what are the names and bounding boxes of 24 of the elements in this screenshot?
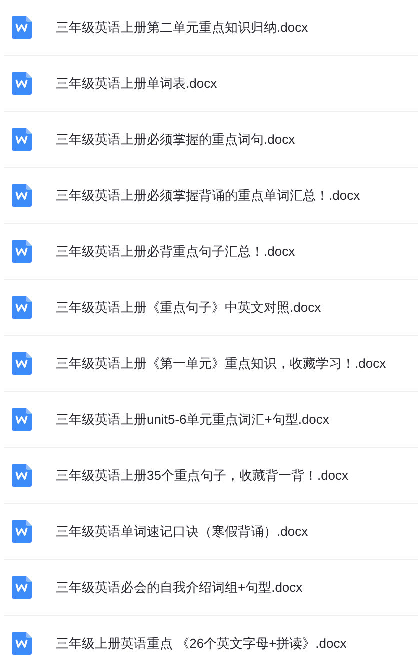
word-document-icon bbox=[12, 464, 32, 487]
file-name[interactable]: 三年级英语上册第二单元重点知识归纳.docx bbox=[56, 18, 308, 36]
word-document-icon bbox=[12, 240, 32, 263]
file-name[interactable]: 三年级英语上册《第一单元》重点知识，收藏学习！.docx bbox=[56, 354, 386, 372]
word-document-icon bbox=[12, 16, 32, 39]
file-name[interactable]: 三年级英语单词速记口诀（寒假背诵）.docx bbox=[56, 522, 308, 540]
word-document-icon bbox=[12, 520, 32, 543]
file-name[interactable]: 三年级英语上册《重点句子》中英文对照.docx bbox=[56, 298, 322, 316]
file-name[interactable]: 三年级上册英语重点 《26个英文字母+拼读》.docx bbox=[56, 634, 347, 652]
word-document-icon bbox=[12, 184, 32, 207]
file-name[interactable]: 三年级英语上册35个重点句子，收藏背一背！.docx bbox=[56, 466, 349, 484]
word-document-icon bbox=[12, 296, 32, 319]
file-name[interactable]: 三年级英语上册unit5-6单元重点词汇+句型.docx bbox=[56, 410, 330, 428]
file-name[interactable]: 三年级英语上册必背重点句子汇总！.docx bbox=[56, 242, 296, 260]
word-document-icon bbox=[12, 72, 32, 95]
word-document-icon bbox=[12, 632, 32, 655]
word-document-icon bbox=[12, 128, 32, 151]
word-document-icon bbox=[12, 352, 32, 375]
file-name[interactable]: 三年级英语上册必须掌握的重点词句.docx bbox=[56, 130, 296, 148]
word-document-icon bbox=[12, 408, 32, 431]
file-name[interactable]: 三年级英语上册单词表.docx bbox=[56, 74, 218, 92]
file-name[interactable]: 三年级英语上册必须掌握背诵的重点单词汇总！.docx bbox=[56, 186, 360, 204]
file-name[interactable]: 三年级英语必会的自我介绍词组+句型.docx bbox=[56, 578, 303, 596]
word-document-icon bbox=[12, 576, 32, 599]
